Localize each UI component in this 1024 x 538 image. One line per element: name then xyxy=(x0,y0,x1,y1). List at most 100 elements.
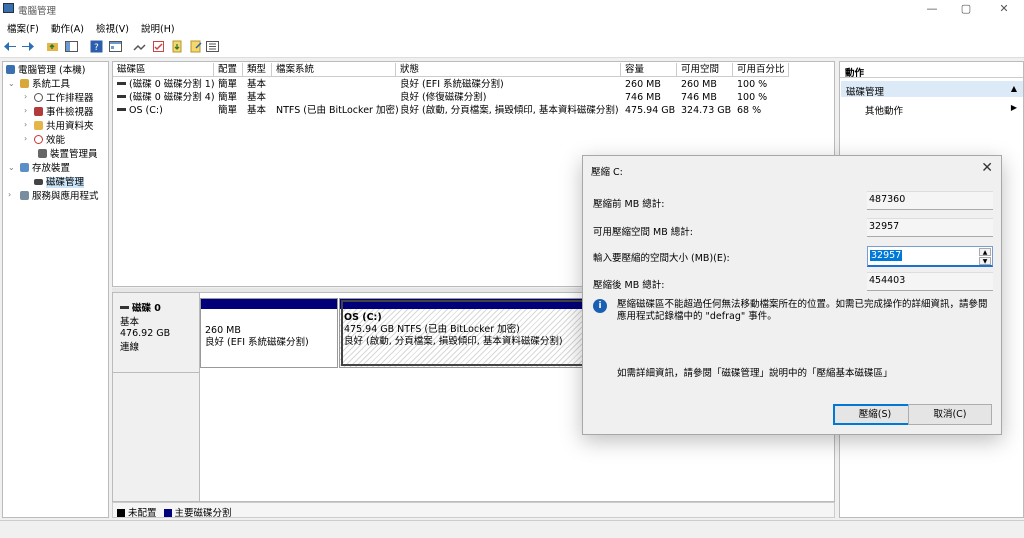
checklist-icon[interactable] xyxy=(152,40,165,53)
disk-type: 基本 xyxy=(120,317,140,328)
back-icon[interactable] xyxy=(4,40,17,53)
partition-bar xyxy=(201,299,337,309)
tree-label-system-tools: 系統工具 xyxy=(32,79,71,90)
chevron-right-icon[interactable]: › xyxy=(24,106,27,115)
connect-icon[interactable] xyxy=(133,40,146,53)
export-icon[interactable] xyxy=(190,40,203,53)
chevron-down-icon[interactable]: ⌄ xyxy=(8,163,15,172)
shrink-button[interactable]: 壓縮(S) xyxy=(833,404,917,425)
chevron-right-icon[interactable]: › xyxy=(8,190,11,199)
table-cell: NTFS (已由 BitLocker 加密) xyxy=(276,105,399,116)
actions-section-disk-management[interactable]: 磁碟管理 ▲ xyxy=(841,81,1023,98)
tree-label-device-manager: 裝置管理員 xyxy=(50,149,98,160)
list-view-icon[interactable] xyxy=(206,40,219,53)
tree-item-system-tools[interactable]: 系統工具 xyxy=(20,78,70,91)
volume-icon xyxy=(117,82,126,85)
spin-down-button[interactable]: ▼ xyxy=(979,257,991,265)
close-window-button[interactable]: ✕ xyxy=(997,2,1011,16)
shrink-amount-value[interactable]: 32957 xyxy=(870,250,903,261)
disk-header[interactable]: 磁碟 0 基本 476.92 GB 連線 xyxy=(113,293,200,373)
disk-status: 連線 xyxy=(120,342,140,353)
tree-label-storage: 存放裝置 xyxy=(32,163,71,174)
column-header[interactable]: 類型 xyxy=(243,63,272,77)
more-actions-item[interactable]: 其他動作 xyxy=(865,103,903,117)
chevron-right-icon[interactable]: › xyxy=(24,134,27,143)
column-header[interactable]: 容量 xyxy=(621,63,677,77)
total-before-label: 壓縮前 MB 總計: xyxy=(593,199,665,210)
new-item-icon[interactable] xyxy=(171,40,184,53)
available-shrink-value: 32957 xyxy=(867,218,993,237)
tree-item-event-viewer[interactable]: 事件檢視器 xyxy=(34,106,94,119)
column-header[interactable]: 可用空間 xyxy=(677,63,733,77)
status-bar xyxy=(0,520,1024,538)
column-header[interactable]: 可用百分比 xyxy=(733,63,789,77)
menu-bar: 檔案(F) 動作(A) 檢視(V) 說明(H) xyxy=(0,18,1024,36)
partition-efi[interactable]: 260 MB 良好 (EFI 系統磁碟分割) xyxy=(200,298,338,368)
tree-item-root[interactable]: 電腦管理 (本機) xyxy=(6,64,85,77)
table-cell: 100 % xyxy=(737,92,768,103)
menu-action[interactable]: 動作(A) xyxy=(51,21,84,35)
total-before-value: 487360 xyxy=(867,191,993,210)
title-bar: 電腦管理 — ▢ ✕ xyxy=(0,0,1024,18)
shrink-dialog: 壓縮 C: ✕ 壓縮前 MB 總計: 487360 可用壓縮空間 MB 總計: … xyxy=(582,155,1002,435)
submenu-arrow-icon[interactable]: ▶ xyxy=(1011,103,1017,112)
chevron-right-icon[interactable]: › xyxy=(24,92,27,101)
spin-up-button[interactable]: ▲ xyxy=(979,248,991,256)
table-cell: 良好 (EFI 系統磁碟分割) xyxy=(400,79,504,90)
cancel-button[interactable]: 取消(C) xyxy=(908,404,992,425)
dialog-close-button[interactable]: ✕ xyxy=(981,160,993,176)
info-icon: i xyxy=(593,299,607,313)
help-icon[interactable]: ? xyxy=(90,40,103,53)
table-cell: 良好 (啟動, 分頁檔案, 損毀傾印, 基本資料磁碟分割) xyxy=(400,105,619,116)
table-cell: 475.94 GB xyxy=(625,105,676,116)
tree-item-task-scheduler[interactable]: 工作排程器 xyxy=(34,92,94,105)
clock-icon xyxy=(34,93,43,102)
legend: 未配置 主要磁碟分割 xyxy=(112,502,835,519)
forward-icon[interactable] xyxy=(21,40,34,53)
table-cell: 基本 xyxy=(247,79,267,90)
partition-status: 良好 (啟動, 分頁檔案, 損毀傾印, 基本資料磁碟分割) xyxy=(344,336,563,347)
collapse-arrow-icon[interactable]: ▲ xyxy=(1011,84,1017,93)
minimize-button[interactable]: — xyxy=(925,2,939,16)
table-cell: (磁碟 0 磁碟分割 4) xyxy=(129,92,214,103)
show-tree-icon[interactable] xyxy=(65,40,78,53)
table-cell xyxy=(272,78,276,91)
tree-item-services[interactable]: 服務與應用程式 xyxy=(20,190,99,203)
tools-icon xyxy=(20,79,29,88)
up-folder-icon[interactable] xyxy=(46,40,59,53)
table-cell: 簡單 xyxy=(218,105,238,116)
menu-help[interactable]: 說明(H) xyxy=(141,21,175,35)
tree-item-performance[interactable]: 效能 xyxy=(34,134,65,147)
chevron-right-icon[interactable]: › xyxy=(24,120,27,129)
table-cell: OS (C:) xyxy=(129,105,163,116)
properties-icon[interactable] xyxy=(109,40,122,53)
column-header[interactable]: 磁碟區 xyxy=(113,63,214,77)
column-header[interactable]: 狀態 xyxy=(396,63,621,77)
device-manager-icon xyxy=(38,149,47,158)
tree-item-device-manager[interactable]: 裝置管理員 xyxy=(38,148,98,161)
tree-item-disk-management[interactable]: 磁碟管理 xyxy=(34,176,85,189)
table-cell: 68 % xyxy=(737,105,762,116)
table-cell: 基本 xyxy=(247,105,267,116)
menu-file[interactable]: 檔案(F) xyxy=(7,21,39,35)
total-after-label: 壓縮後 MB 總計: xyxy=(593,280,665,291)
table-cell: 746 MB xyxy=(681,92,717,103)
tree-label-performance: 效能 xyxy=(46,135,66,146)
column-header[interactable]: 檔案系統 xyxy=(272,63,396,77)
computer-management-icon xyxy=(3,3,14,13)
partition-os-c[interactable]: OS (C:) 475.94 GB NTFS (已由 BitLocker 加密)… xyxy=(339,298,599,368)
shrink-amount-input[interactable]: 32957 ▲ ▼ xyxy=(867,246,993,267)
maximize-button[interactable]: ▢ xyxy=(959,2,973,16)
disk-header-filler xyxy=(113,373,200,501)
more-info-text: 如需詳細資訊，請參閱「磁碟管理」說明中的「壓縮基本磁碟區」 xyxy=(617,368,893,379)
legend-swatch-primary xyxy=(163,509,172,517)
tree-item-storage[interactable]: 存放裝置 xyxy=(20,162,70,175)
svg-text:?: ? xyxy=(94,43,99,53)
table-cell: (磁碟 0 磁碟分割 1) xyxy=(129,79,214,90)
tree-item-shared-folders[interactable]: 共用資料夾 xyxy=(34,120,94,133)
chevron-down-icon[interactable]: ⌄ xyxy=(8,79,15,88)
column-header[interactable]: 配置 xyxy=(214,63,243,77)
menu-view[interactable]: 檢視(V) xyxy=(96,21,129,35)
legend-swatch-unallocated xyxy=(117,509,125,517)
tree-label-root: 電腦管理 (本機) xyxy=(18,65,86,76)
